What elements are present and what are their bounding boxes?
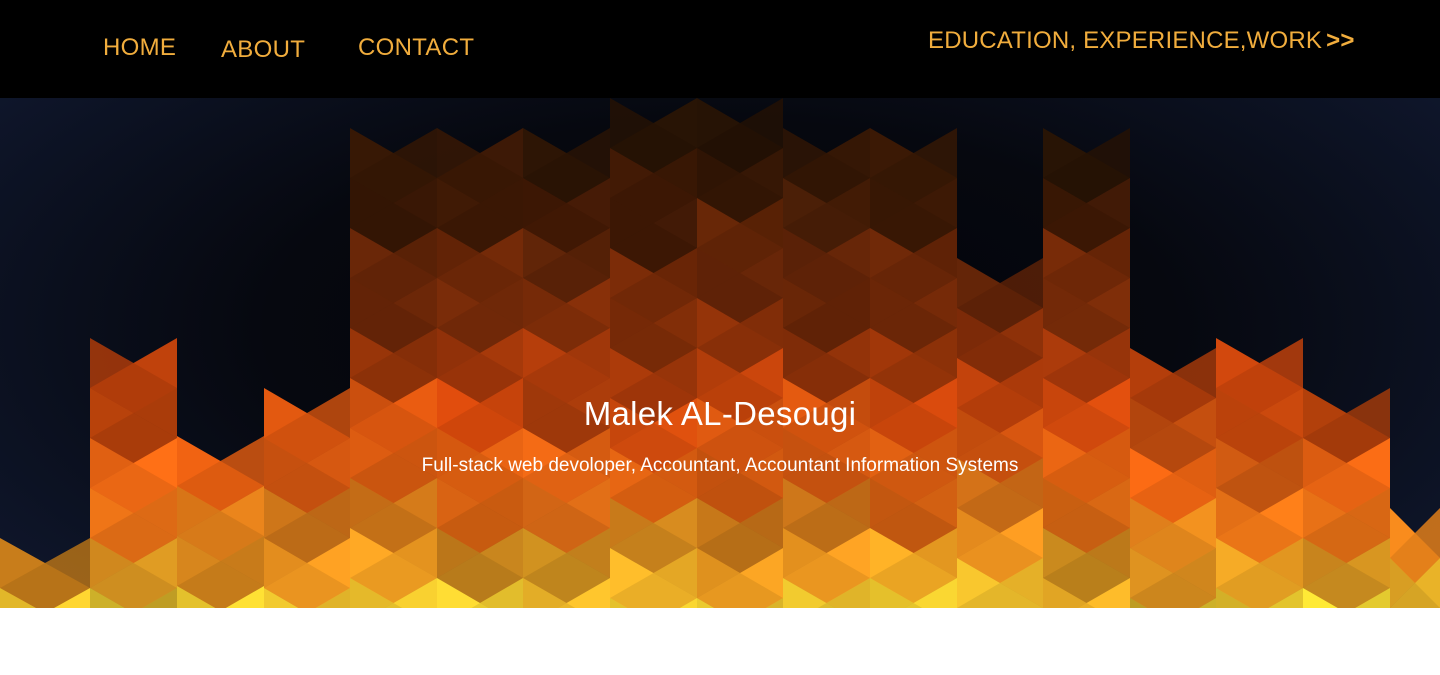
hero-banner: Malek AL-Desougi Full-stack web devolope… (0, 98, 1440, 608)
nav-link-education-experience-work-label: EDUCATION, EXPERIENCE,WORK (928, 27, 1323, 54)
hero-name: Malek AL-Desougi (583, 395, 857, 432)
hero-tagline: Full-stack web devoloper, Accountant, Ac… (421, 455, 1019, 476)
nav-link-home[interactable]: HOME (103, 33, 176, 63)
nav-link-education-experience-work[interactable]: EDUCATION, EXPERIENCE,WORK >> (928, 26, 1355, 56)
double-chevron-right-icon: >> (1326, 27, 1355, 54)
triangle-mosaic-background (0, 98, 1440, 608)
nav-link-contact[interactable]: CONTACT (358, 33, 474, 63)
nav-link-about[interactable]: ABOUT (221, 35, 305, 65)
top-navigation-bar: HOME ABOUT CONTACT EDUCATION, EXPERIENCE… (0, 0, 1440, 98)
